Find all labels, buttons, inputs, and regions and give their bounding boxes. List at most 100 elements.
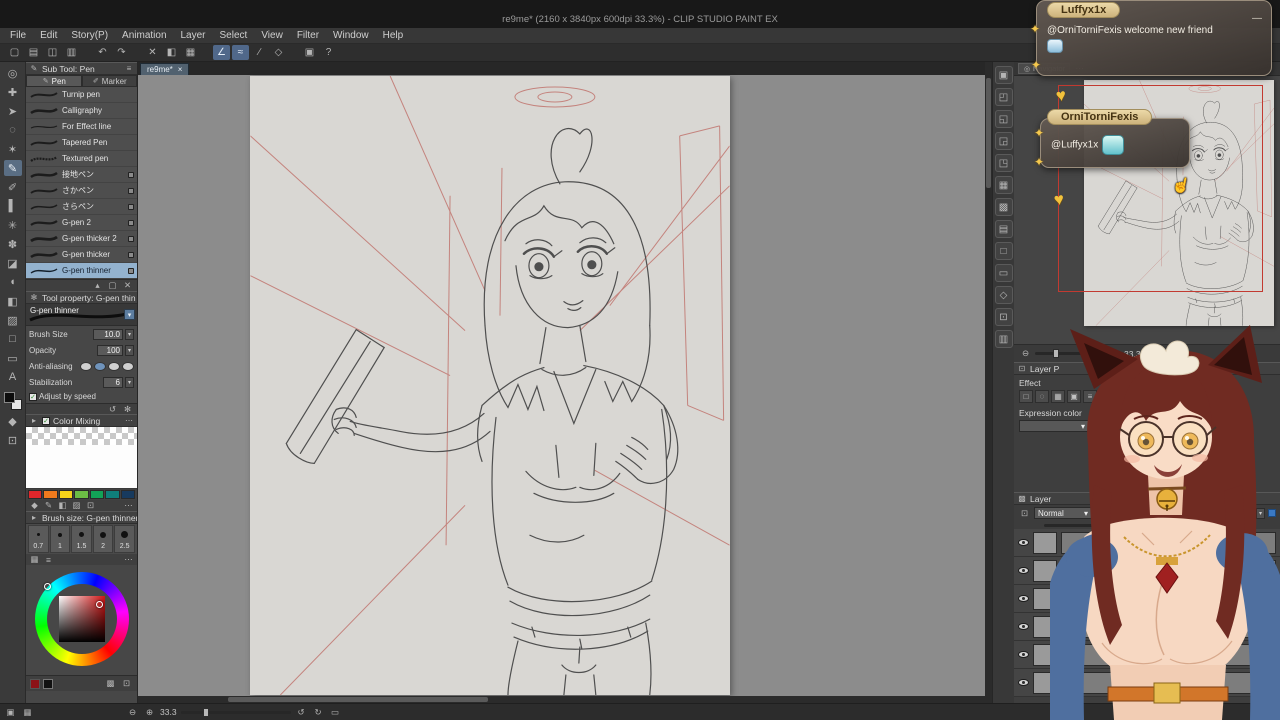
stabilization-dropdown[interactable]: ▾ — [125, 376, 134, 388]
bucket-icon[interactable]: ◧ — [56, 500, 69, 512]
tab-marker[interactable]: ✐ Marker — [81, 75, 137, 87]
brush-item[interactable]: For Effect line — [26, 119, 137, 135]
menu-layer[interactable]: Layer — [181, 30, 206, 41]
lasso-tool-icon[interactable]: ◌ — [4, 122, 22, 138]
sub-color-chip[interactable] — [43, 678, 53, 689]
visibility-eye-icon[interactable] — [1018, 623, 1029, 630]
material-icon[interactable]: ▣ — [301, 45, 318, 60]
zoom-out-icon[interactable]: ⊖ — [1019, 348, 1032, 360]
status-zoom-slider[interactable] — [180, 707, 291, 717]
fg-bg-color-widget[interactable] — [3, 392, 22, 410]
brush-item[interactable]: さらペン — [26, 199, 137, 215]
corner-icon-1[interactable]: ▣ — [4, 706, 17, 718]
panel-menu-icon[interactable]: ≡ — [124, 64, 134, 74]
vertical-scrollbar[interactable] — [985, 62, 992, 703]
brush-size-preset[interactable]: 2.5 — [114, 525, 135, 553]
panel-icon-material-1[interactable]: ◰ — [994, 88, 1013, 106]
snap-to-special-ruler-icon[interactable]: ≈ — [232, 45, 249, 60]
foreground-color-chip[interactable] — [3, 392, 15, 403]
hue-marker[interactable] — [44, 583, 51, 590]
delete-brush-icon[interactable]: ✕ — [121, 280, 134, 292]
menu-dots-icon[interactable]: ⋯ — [122, 500, 135, 512]
panel-icon-material-5[interactable]: ▦ — [994, 176, 1013, 194]
zoom-out-icon[interactable]: ⊖ — [126, 706, 139, 718]
menu-file[interactable]: File — [10, 30, 26, 41]
panel-icon-material-9[interactable]: ▭ — [994, 264, 1013, 282]
color-swatch[interactable] — [28, 490, 43, 499]
snap-to-ruler-icon[interactable]: ∠ — [213, 45, 230, 60]
symmetry-icon[interactable]: ◇ — [270, 45, 287, 60]
brush-item[interactable]: Calligraphy — [26, 103, 137, 119]
grid-view-icon[interactable]: ▦ — [28, 554, 41, 566]
panel-icon-material-2[interactable]: ◱ — [994, 110, 1013, 128]
panel-icon-material-4[interactable]: ◳ — [994, 154, 1013, 172]
brush-item[interactable]: G-pen thicker — [26, 247, 137, 263]
adjust-by-speed-checkbox[interactable]: ✓ — [29, 392, 37, 401]
color-mixing-canvas[interactable] — [26, 445, 137, 489]
collapse-icon[interactable]: ▸ — [29, 416, 39, 426]
frame-tool-icon[interactable]: ▭ — [4, 350, 22, 366]
panel-icon-material-11[interactable]: ⊡ — [994, 308, 1013, 326]
visibility-eye-icon[interactable] — [1018, 595, 1029, 602]
wheel-mode-icon[interactable]: ▩ — [104, 678, 117, 690]
color-swatch[interactable] — [120, 490, 135, 499]
export-icon[interactable]: ▥ — [63, 45, 80, 60]
color-mixing-transparent-area[interactable] — [26, 427, 137, 445]
effect-border-icon[interactable]: □ — [1019, 390, 1033, 403]
text-tool-icon[interactable]: A — [4, 369, 22, 385]
color-swatch[interactable] — [89, 490, 105, 499]
save-icon[interactable]: ◫ — [44, 45, 61, 60]
corner-icon-2[interactable]: ▦ — [21, 706, 34, 718]
decoration-tool-icon[interactable]: ✽ — [4, 236, 22, 252]
pen-icon[interactable]: ✎ — [42, 500, 55, 512]
transparent-color-icon[interactable]: ⊡ — [4, 432, 22, 448]
panel-icon-material-6[interactable]: ▩ — [994, 198, 1013, 216]
scroll-thumb[interactable] — [986, 78, 991, 188]
brush-size-panel-header[interactable]: ▸ Brush size: G-pen thinner — [26, 511, 137, 524]
opacity-input[interactable]: 100 — [97, 344, 123, 356]
brush-item[interactable]: Turnip pen — [26, 87, 137, 103]
operation-tool-icon[interactable]: ➤ — [4, 103, 22, 119]
brush-item[interactable]: G-pen 2 — [26, 215, 137, 231]
brush-size-preset[interactable]: 0.7 — [28, 525, 49, 553]
color-swatch[interactable] — [74, 490, 89, 499]
brush-tool-icon[interactable]: ▌ — [4, 198, 22, 214]
pen-tool-icon[interactable]: ✎ — [3, 160, 22, 176]
menu-story[interactable]: Story(P) — [71, 30, 108, 41]
menu-animation[interactable]: Animation — [122, 30, 166, 41]
import-icon[interactable]: ▴ — [91, 280, 104, 292]
brush-size-preset[interactable]: 2 — [92, 525, 114, 553]
eyedropper-tool-icon[interactable]: ◆ — [4, 413, 22, 429]
collapse-icon[interactable]: ▸ — [29, 513, 39, 523]
menu-window[interactable]: Window — [333, 30, 369, 41]
brush-size-preset[interactable]: 1 — [49, 525, 71, 553]
ruler-icon[interactable]: ∕ — [251, 45, 268, 60]
eraser-tool-icon[interactable]: ◪ — [4, 255, 22, 271]
fill-tool-icon[interactable]: ◧ — [4, 293, 22, 309]
square-mode-icon[interactable]: ⊡ — [120, 678, 133, 690]
open-file-icon[interactable]: ▤ — [25, 45, 42, 60]
grid-icon[interactable]: ▦ — [182, 45, 199, 60]
eyedropper-icon[interactable]: ◆ — [28, 500, 41, 512]
menu-select[interactable]: Select — [220, 30, 248, 41]
pencil-tool-icon[interactable]: ✐ — [4, 179, 22, 195]
panel-icon-material-8[interactable]: □ — [994, 242, 1013, 260]
preset-register-button[interactable]: ▾ — [124, 309, 135, 320]
help-icon[interactable]: ? — [320, 45, 337, 60]
brush-item[interactable]: G-pen thicker 2 — [26, 231, 137, 247]
effect-tone-icon[interactable]: ◌ — [1035, 390, 1049, 403]
canvas-tab[interactable]: re9me* × — [140, 63, 190, 75]
panel-icon-material-7[interactable]: ▤ — [994, 220, 1013, 238]
color-mixing-checkbox[interactable]: ✓ — [42, 416, 50, 425]
blend-tool-icon[interactable]: ◖ — [4, 274, 22, 290]
zoom-tool-icon[interactable]: ◎ — [4, 65, 22, 81]
gradient-icon[interactable]: ▨ — [70, 500, 83, 512]
airbrush-tool-icon[interactable]: ✳ — [4, 217, 22, 233]
horizontal-scrollbar[interactable] — [138, 696, 985, 703]
new-file-icon[interactable]: ▢ — [6, 45, 23, 60]
color-mixing-header[interactable]: ▸ ✓ Color Mixing ⋯ — [26, 414, 137, 427]
menu-edit[interactable]: Edit — [40, 30, 57, 41]
clear-icon[interactable]: ✕ — [144, 45, 161, 60]
brush-item[interactable]: Tapered Pen — [26, 135, 137, 151]
visibility-eye-icon[interactable] — [1018, 651, 1029, 658]
